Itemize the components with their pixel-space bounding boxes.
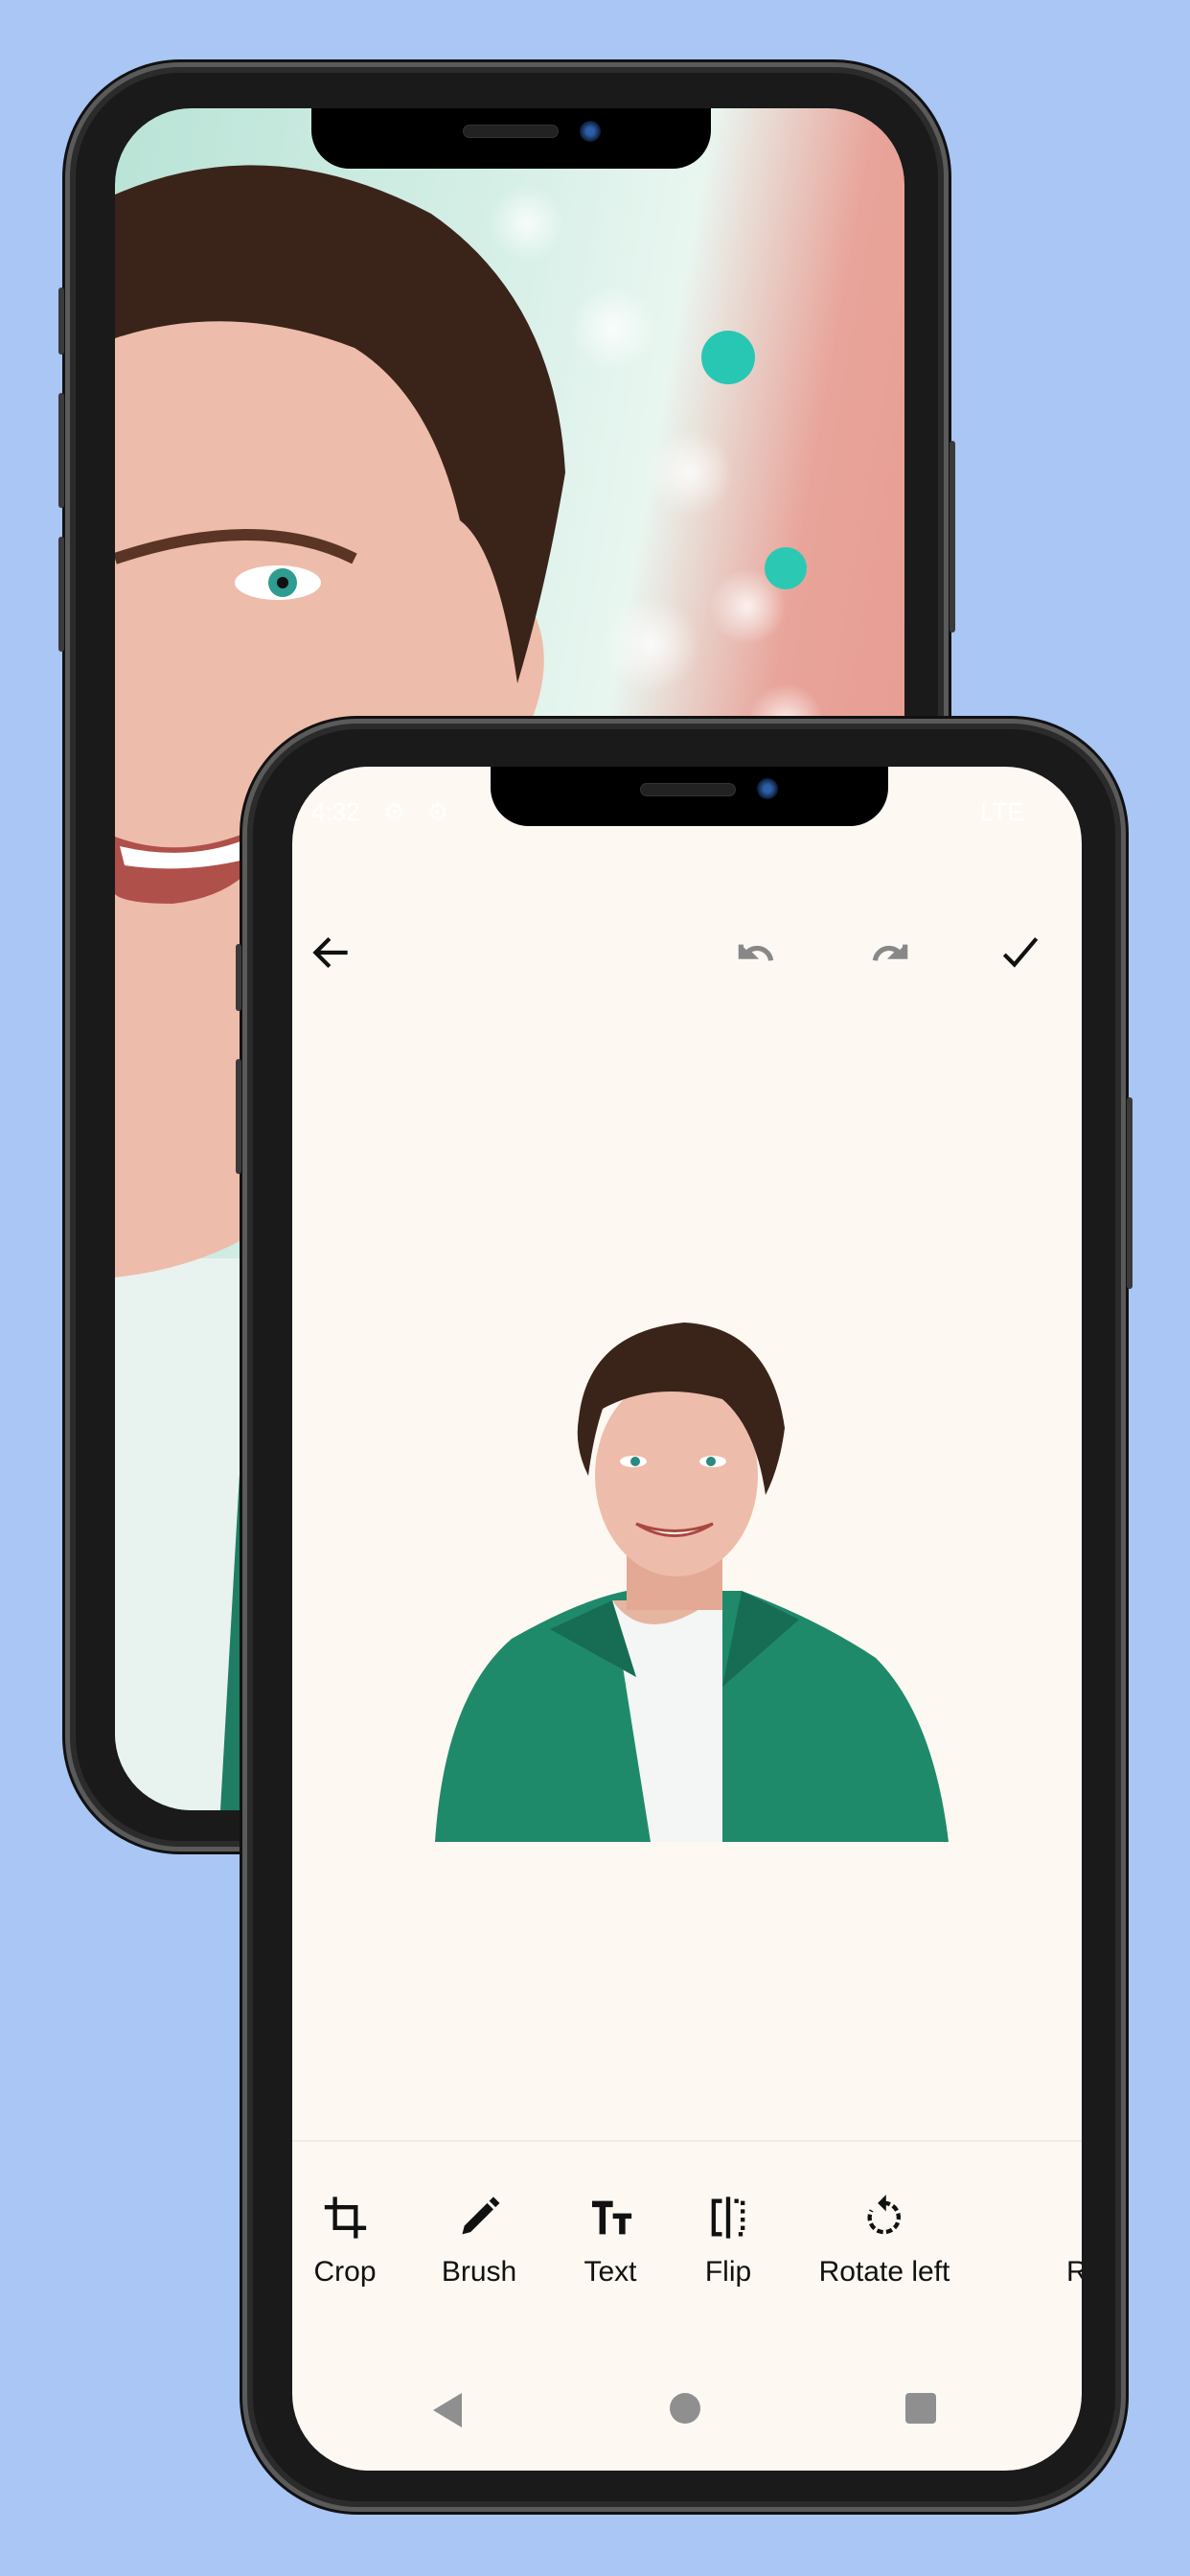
- text-size-icon: [591, 2200, 631, 2235]
- redo-icon[interactable]: [865, 929, 913, 977]
- undo-icon[interactable]: [733, 929, 781, 977]
- toolbar-divider: [292, 2140, 1082, 2142]
- flip-icon: [711, 2196, 745, 2239]
- editor-screen: 4:32 ⚙ ⚙ LTE Crop Brush Text Flip Rotate…: [292, 767, 1082, 2471]
- tool-rotate-right[interactable]: Rota: [1066, 2193, 1082, 2288]
- arrow-left-icon[interactable]: [308, 929, 355, 977]
- nav-back-button[interactable]: [433, 2393, 462, 2427]
- tool-crop[interactable]: Crop: [313, 2193, 377, 2288]
- tool-flip[interactable]: Flip: [703, 2193, 753, 2288]
- tool-text[interactable]: Text: [584, 2193, 637, 2288]
- rotate-left-icon: [867, 2195, 902, 2235]
- tool-brush[interactable]: Brush: [442, 2193, 516, 2288]
- brush-icon: [462, 2196, 500, 2235]
- nav-home-button[interactable]: [670, 2393, 700, 2424]
- check-icon[interactable]: [996, 929, 1044, 977]
- front-phone-mockup: 4:32 ⚙ ⚙ LTE Crop Brush Text Flip Rotate…: [236, 719, 1133, 2512]
- tool-rotate-left[interactable]: Rotate left: [819, 2193, 950, 2288]
- status-time: 4:32: [311, 797, 360, 826]
- crop-icon: [324, 2196, 366, 2239]
- nav-recents-button[interactable]: [905, 2393, 936, 2424]
- edited-cutout-image: [435, 1322, 949, 1842]
- network-type: LTE: [980, 797, 1024, 826]
- settings-icon: ⚙: [383, 797, 406, 826]
- settings-icon: ⚙: [426, 797, 449, 826]
